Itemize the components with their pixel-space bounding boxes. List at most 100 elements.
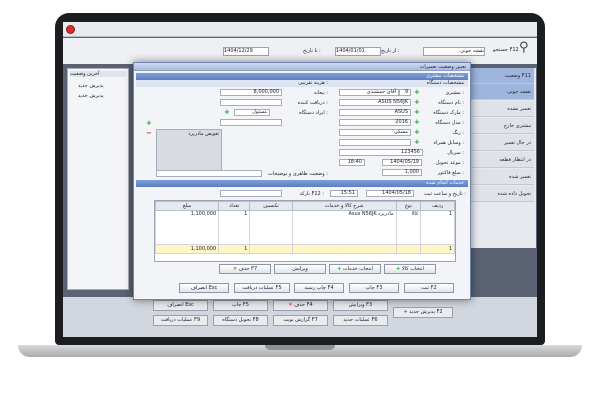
edit-button[interactable]: ویرایش F3	[333, 300, 388, 311]
payments-button[interactable]: عملیات دریافت F5	[234, 283, 290, 293]
color-field[interactable]: مشکی	[339, 129, 411, 136]
repair-status-dialog: تعیین وضعیت تعمیرات مشخصات مشتری مشخصات …	[133, 62, 471, 300]
services-grid: مبلغ تعداد تکنسین شرح کالا و خدمات نوع ر…	[154, 200, 456, 262]
remove-defect-icon[interactable]: −	[146, 130, 152, 137]
background-table: آخرین وضعیت پذیرش جدید پذیرش جدید	[67, 68, 129, 290]
select-goods-button[interactable]: + انتخاب کالا	[384, 264, 436, 274]
sidebar-item-waiting[interactable]: در انتظار قطعه	[470, 152, 534, 168]
serial-field[interactable]: 123456	[339, 149, 423, 156]
cancel-button[interactable]: انصراف Esc	[153, 300, 208, 311]
price-label: مبلغ فاکتور :	[437, 170, 464, 176]
doc-type-select[interactable]: نقشه جونی	[423, 47, 485, 56]
insurance-label: بیعانه :	[313, 90, 328, 96]
row-technician	[249, 210, 293, 245]
close-icon[interactable]	[66, 25, 75, 34]
sidebar-item-repairing[interactable]: در حال تعمیر	[470, 135, 534, 151]
estimate-label: هزینه تقریبی :	[298, 80, 328, 86]
service-time-input[interactable]: 15:51	[330, 190, 358, 197]
date-from-input[interactable]: 1404/01/01	[335, 47, 381, 56]
add-customer-icon[interactable]: +	[414, 89, 420, 96]
print-receipt-button[interactable]: چاپ رسید F4	[294, 283, 344, 293]
delete-button[interactable]: ✕ حذف F4	[273, 300, 328, 311]
customer-number-field[interactable]: 9	[399, 89, 411, 96]
column-header: ردیف	[420, 201, 455, 211]
sidebar-item-repaired[interactable]: تعمیر شده	[470, 169, 534, 185]
total-amount: 1,100,000	[154, 244, 220, 254]
table-row[interactable]: پذیرش جدید	[78, 93, 104, 99]
total-qty: 1	[218, 244, 251, 254]
status-sidebar: وضعیت F11 نقشه جونی تعمیر نشده مشتری خار…	[468, 68, 536, 248]
save-button[interactable]: ثبت F2	[404, 283, 454, 293]
receiver-label: دریافت کننده :	[297, 100, 328, 106]
customer-field[interactable]: آقای جمشیدی	[339, 89, 399, 96]
row-type: کالا	[395, 210, 422, 245]
select-services-button[interactable]: + انتخاب خدمات	[329, 264, 381, 274]
date-to-input[interactable]: 1404/12/29	[223, 47, 269, 56]
add-receiver-icon[interactable]: +	[224, 109, 230, 116]
price-field[interactable]: 1,000	[382, 169, 422, 176]
title-bar	[63, 22, 537, 37]
customer-section-header: مشخصات مشتری	[136, 73, 468, 80]
edit-row-button[interactable]: ویرایش	[274, 264, 326, 274]
insurance-field[interactable]	[220, 99, 282, 106]
table-row[interactable]: پذیرش جدید	[78, 83, 104, 89]
service-date-input[interactable]: 1404/05/18	[366, 190, 414, 197]
customer-label: مشتری :	[445, 90, 464, 96]
dialog-cancel-button[interactable]: انصراف Esc	[179, 283, 229, 293]
receive-ops-button[interactable]: عملیات دریافت F9	[153, 315, 208, 326]
new-reception-button[interactable]: + پذیرش جدید F2	[393, 307, 453, 318]
add-defect-icon[interactable]: +	[146, 120, 152, 127]
list-item[interactable]: تعویض مادربرد	[157, 130, 221, 138]
serial-label: سریال :	[447, 150, 464, 156]
sidebar-header: وضعیت F11	[470, 68, 534, 84]
defects-input[interactable]	[220, 119, 282, 126]
total-row: 1,100,000 1 1	[154, 244, 455, 254]
accessory-field[interactable]	[339, 139, 411, 146]
receiver-field[interactable]: مسئول	[234, 109, 270, 116]
search-icon[interactable]: ⚲	[519, 40, 529, 55]
add-color-icon[interactable]: +	[414, 129, 420, 136]
add-item-icon[interactable]: +	[414, 99, 420, 106]
brand-field[interactable]: ASUS	[339, 109, 411, 116]
sidebar-item-delivered[interactable]: تحویل داده شده	[470, 186, 534, 202]
add-brand-icon[interactable]: +	[414, 109, 420, 116]
column-header: شرح کالا و خدمات	[291, 201, 397, 211]
item-name-field[interactable]: ASUS N56JK	[339, 99, 411, 106]
add-accessory-icon[interactable]: +	[414, 139, 420, 146]
row-description: Asus N56JK مادربرد	[291, 210, 397, 245]
column-header: تکنسین	[249, 201, 293, 211]
total-count: 1	[420, 244, 455, 254]
total-empty	[291, 244, 397, 254]
app-screen: جستجو F12 ⚲ نقشه جونی از تاریخ : 1404/01…	[63, 22, 537, 337]
defects-list[interactable]: تعویض مادربرد	[156, 129, 222, 171]
row-index: 1	[420, 210, 455, 245]
dialog-title: تعیین وضعیت تعمیرات	[134, 63, 470, 71]
new-operation-button[interactable]: عملیات جدید F6	[333, 315, 388, 326]
table-row[interactable]: 1,100,000 1 Asus N56JK مادربرد کالا 1	[154, 210, 455, 245]
sidebar-item-outside[interactable]: مشتری خارج	[470, 118, 534, 134]
status-desc-field[interactable]	[156, 170, 262, 177]
total-empty	[395, 244, 422, 254]
laptop-notch	[265, 345, 335, 350]
delivery-time-input[interactable]: 18:40	[339, 159, 365, 166]
add-model-icon[interactable]: +	[414, 119, 420, 126]
to-label: تا تاریخ :	[303, 48, 321, 54]
print-dialog-button[interactable]: چاپ F3	[349, 283, 399, 293]
services-section-header: خدمات انجام شده	[136, 180, 468, 187]
barcode-input[interactable]	[220, 190, 282, 197]
search-label: جستجو F12	[493, 47, 519, 53]
estimate-field[interactable]: 8,000,000	[220, 89, 282, 96]
service-date-label: تاریخ و ساعت ثبت :	[424, 191, 466, 197]
print-button[interactable]: چاپ F5	[213, 300, 268, 311]
from-label: از تاریخ :	[381, 48, 400, 54]
delivery-date-input[interactable]: 1404/05/19	[382, 159, 422, 166]
sidebar-item-unrepaired[interactable]: تعمیر نشده	[470, 101, 534, 117]
accessory-label: وسایل همراه :	[433, 140, 464, 146]
delete-row-button[interactable]: ✕ حذف F7	[219, 264, 271, 274]
sidebar-item-new[interactable]: نقشه جونی	[470, 84, 534, 100]
delivery-button[interactable]: تحویل دستگاه F8	[213, 315, 268, 326]
model-field[interactable]: 2016	[339, 119, 411, 126]
table-header: آخرین وضعیت	[70, 71, 126, 77]
report-button[interactable]: گزارش نوبت F7	[273, 315, 328, 326]
column-header: تعداد	[218, 201, 251, 211]
